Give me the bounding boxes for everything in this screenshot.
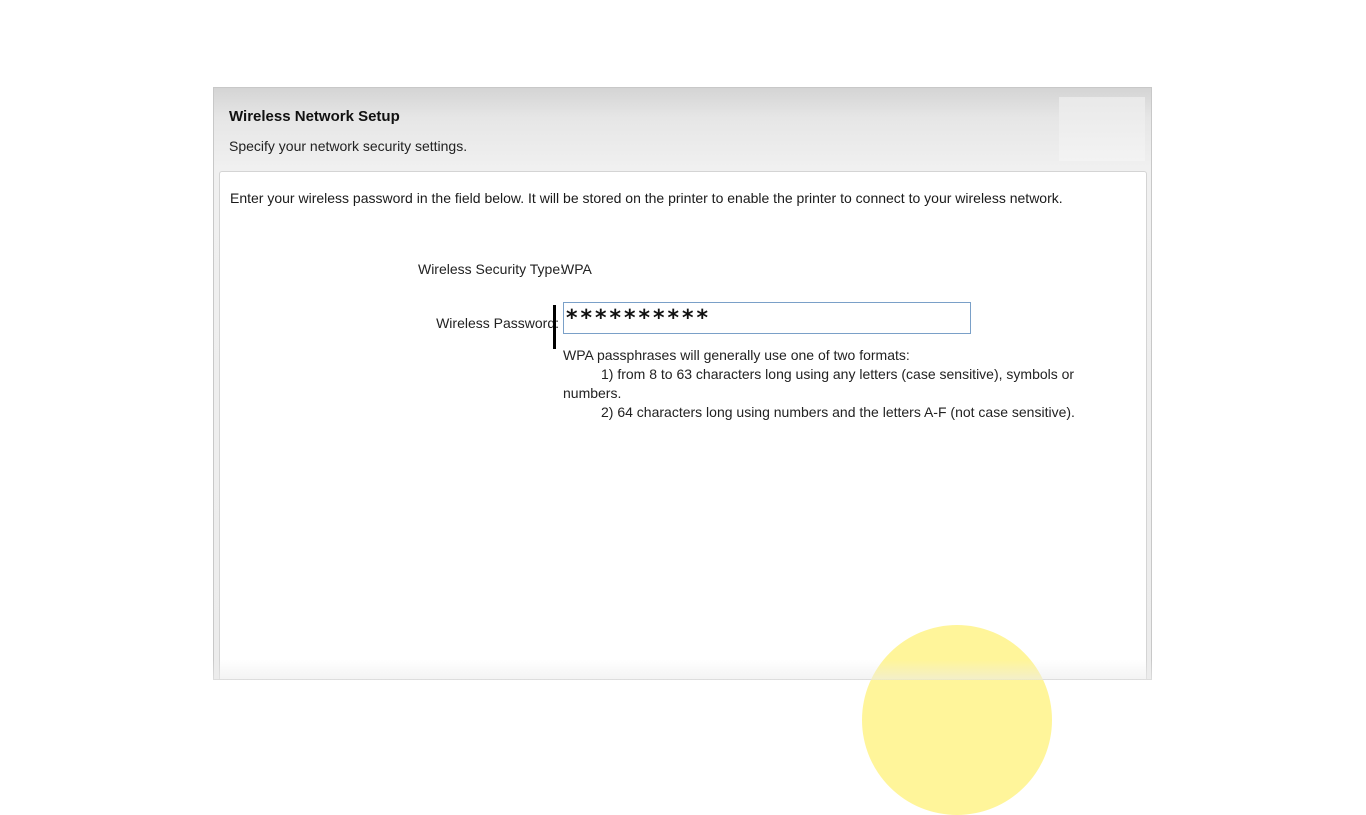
text-cursor-mark — [553, 305, 556, 349]
instructions-text: Enter your wireless password in the fiel… — [230, 190, 1063, 206]
hint-format-2: 2) 64 characters long using numbers and … — [601, 404, 1075, 420]
hint-format-1: 1) from 8 to 63 characters long using an… — [601, 366, 1075, 382]
password-input[interactable] — [563, 302, 971, 334]
cursor-highlight — [862, 625, 1052, 815]
dialog-header: Wireless Network Setup Specify your netw… — [214, 88, 1151, 171]
password-hint: WPA passphrases will generally use one o… — [563, 346, 1123, 422]
hint-intro: WPA passphrases will generally use one o… — [563, 347, 910, 363]
content-panel: Enter your wireless password in the fiel… — [219, 171, 1147, 679]
security-type-label: Wireless Security Type: — [417, 261, 564, 277]
security-type-value: WPA — [561, 261, 592, 277]
dialog-title: Wireless Network Setup — [229, 108, 400, 125]
password-label: Wireless Password: — [436, 315, 559, 331]
header-logo-area — [1059, 97, 1145, 161]
hint-format-1-continued: numbers. — [563, 385, 622, 401]
dialog-subtitle: Specify your network security settings. — [229, 138, 468, 154]
wireless-setup-dialog: Wireless Network Setup Specify your netw… — [213, 87, 1152, 680]
